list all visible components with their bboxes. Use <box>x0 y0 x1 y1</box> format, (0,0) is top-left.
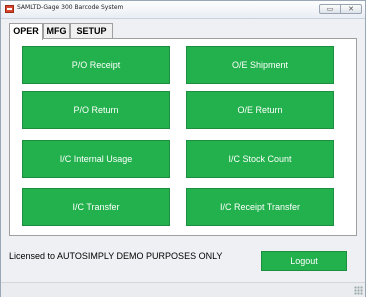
window-title: SAMLTD-Gage 300 Barcode System <box>17 4 124 11</box>
status-bar <box>1 282 365 297</box>
app-window: SAMLTD-Gage 300 Barcode System ▭ ✕ OPER … <box>0 0 366 297</box>
tab-setup[interactable]: SETUP <box>70 23 113 39</box>
oper-panel: P/O Receipt O/E Shipment P/O Return O/E … <box>9 38 357 236</box>
title-bar[interactable]: SAMLTD-Gage 300 Barcode System ▭ ✕ <box>1 1 365 19</box>
ic-receipt-transfer-button[interactable]: I/C Receipt Transfer <box>186 188 334 226</box>
logout-button[interactable]: Logout <box>261 251 347 271</box>
oe-shipment-button[interactable]: O/E Shipment <box>186 46 334 84</box>
close-button[interactable]: ✕ <box>340 4 362 14</box>
ic-stock-count-button[interactable]: I/C Stock Count <box>186 140 334 178</box>
license-text: Licensed to AUTOSIMPLY DEMO PURPOSES ONL… <box>9 251 223 261</box>
app-icon <box>5 5 14 13</box>
oe-return-button[interactable]: O/E Return <box>186 91 334 129</box>
resize-grip-icon[interactable] <box>354 286 363 295</box>
ic-internal-usage-button[interactable]: I/C Internal Usage <box>22 140 170 178</box>
po-return-button[interactable]: P/O Return <box>22 91 170 129</box>
ic-transfer-button[interactable]: I/C Transfer <box>22 188 170 226</box>
minimize-button[interactable]: ▭ <box>319 4 341 14</box>
po-receipt-button[interactable]: P/O Receipt <box>22 46 170 84</box>
tab-mfg[interactable]: MFG <box>43 23 70 39</box>
tab-oper[interactable]: OPER <box>9 23 43 40</box>
